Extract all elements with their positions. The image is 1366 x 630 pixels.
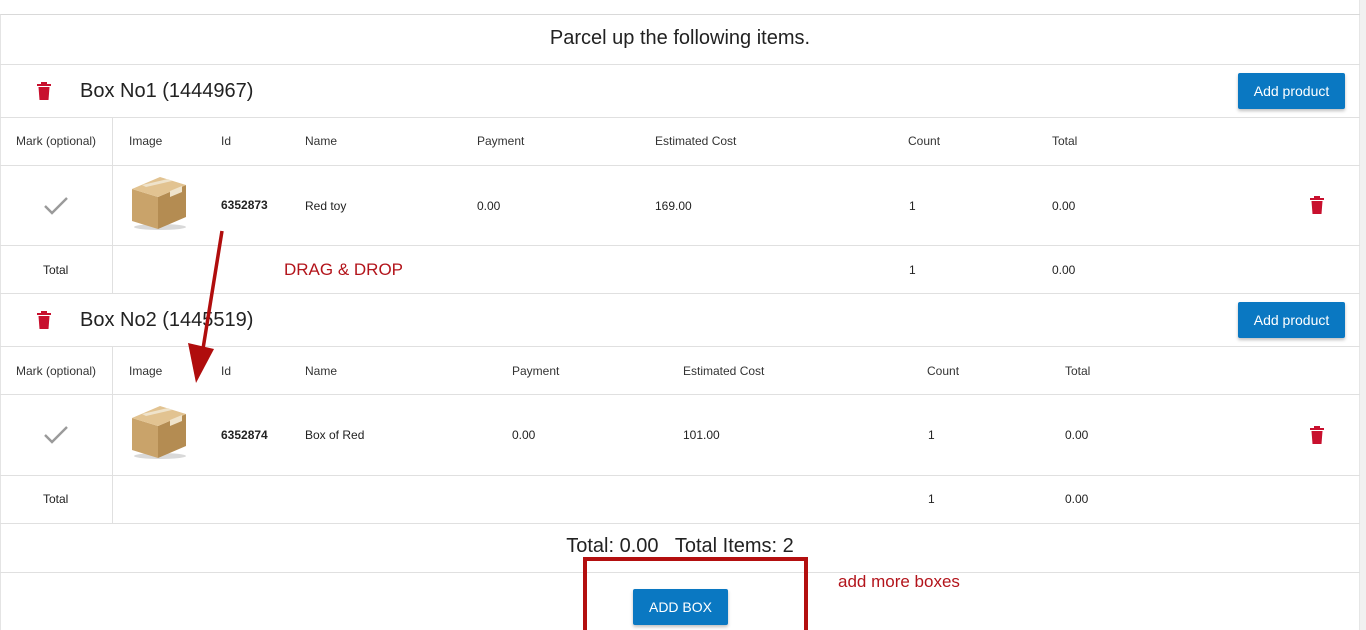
footer-count: 1 bbox=[928, 492, 935, 506]
box-image-icon bbox=[132, 177, 186, 230]
footer-total-label: Total bbox=[43, 263, 69, 277]
product-name: Red toy bbox=[305, 199, 347, 213]
page: Parcel up the following items. Box No1 (… bbox=[0, 0, 1366, 630]
trash-icon[interactable] bbox=[37, 311, 51, 329]
divider bbox=[0, 165, 1360, 166]
check-icon[interactable] bbox=[43, 425, 69, 445]
annotation-drag-drop: DRAG & DROP bbox=[284, 260, 404, 279]
product-payment: 0.00 bbox=[477, 199, 501, 213]
product-id: 6352874 bbox=[221, 428, 268, 442]
add-product-button[interactable]: Add product bbox=[1238, 302, 1345, 338]
page-heading: Parcel up the following items. bbox=[549, 27, 811, 49]
product-id: 6352873 bbox=[221, 198, 268, 212]
product-count: 1 bbox=[928, 428, 935, 442]
check-icon[interactable] bbox=[43, 196, 69, 216]
footer-total: 0.00 bbox=[1052, 263, 1076, 277]
grand-total: Total: 0.00 Total Items: 2 bbox=[566, 535, 794, 557]
product-total: 0.00 bbox=[1052, 199, 1076, 213]
footer-total: 0.00 bbox=[1065, 492, 1089, 506]
divider bbox=[0, 394, 1360, 395]
product-estimated-cost: 101.00 bbox=[683, 428, 720, 442]
divider bbox=[0, 475, 1360, 476]
box-image-icon bbox=[132, 406, 186, 459]
divider bbox=[0, 523, 1360, 524]
column-header-estimated-cost: Estimated Cost bbox=[655, 134, 737, 148]
column-header-estimated-cost: Estimated Cost bbox=[683, 364, 765, 378]
footer-total-label: Total bbox=[43, 492, 69, 506]
trash-icon[interactable] bbox=[1310, 426, 1324, 444]
column-header-mark: Mark (optional) bbox=[16, 364, 97, 378]
divider bbox=[0, 117, 1360, 118]
column-header-count: Count bbox=[927, 364, 960, 378]
column-header-mark: Mark (optional) bbox=[16, 134, 97, 148]
annotation-add-more: add more boxes bbox=[838, 572, 960, 591]
column-header-image: Image bbox=[129, 134, 163, 148]
column-divider bbox=[112, 346, 113, 523]
add-product-button[interactable]: Add product bbox=[1238, 73, 1345, 109]
column-divider bbox=[112, 117, 113, 293]
footer-count: 1 bbox=[909, 263, 916, 277]
column-header-total: Total bbox=[1052, 134, 1078, 148]
column-header-name: Name bbox=[305, 134, 338, 148]
column-header-image: Image bbox=[129, 364, 163, 378]
trash-icon[interactable] bbox=[1310, 196, 1324, 214]
product-payment: 0.00 bbox=[512, 428, 536, 442]
product-total: 0.00 bbox=[1065, 428, 1089, 442]
product-name: Box of Red bbox=[305, 428, 365, 442]
column-header-total: Total bbox=[1065, 364, 1091, 378]
column-header-name: Name bbox=[305, 364, 338, 378]
annotation-highlight-box bbox=[583, 557, 808, 630]
divider bbox=[0, 64, 1360, 65]
column-header-payment: Payment bbox=[477, 134, 525, 148]
column-header-count: Count bbox=[908, 134, 941, 148]
trash-icon[interactable] bbox=[37, 82, 51, 100]
column-header-id: Id bbox=[221, 134, 232, 148]
box-title: Box No1 (1444967) bbox=[80, 80, 254, 102]
column-header-payment: Payment bbox=[512, 364, 560, 378]
scrollbar[interactable] bbox=[1359, 0, 1366, 630]
product-estimated-cost: 169.00 bbox=[655, 199, 692, 213]
product-count: 1 bbox=[909, 199, 916, 213]
annotation-arrow bbox=[188, 230, 224, 383]
